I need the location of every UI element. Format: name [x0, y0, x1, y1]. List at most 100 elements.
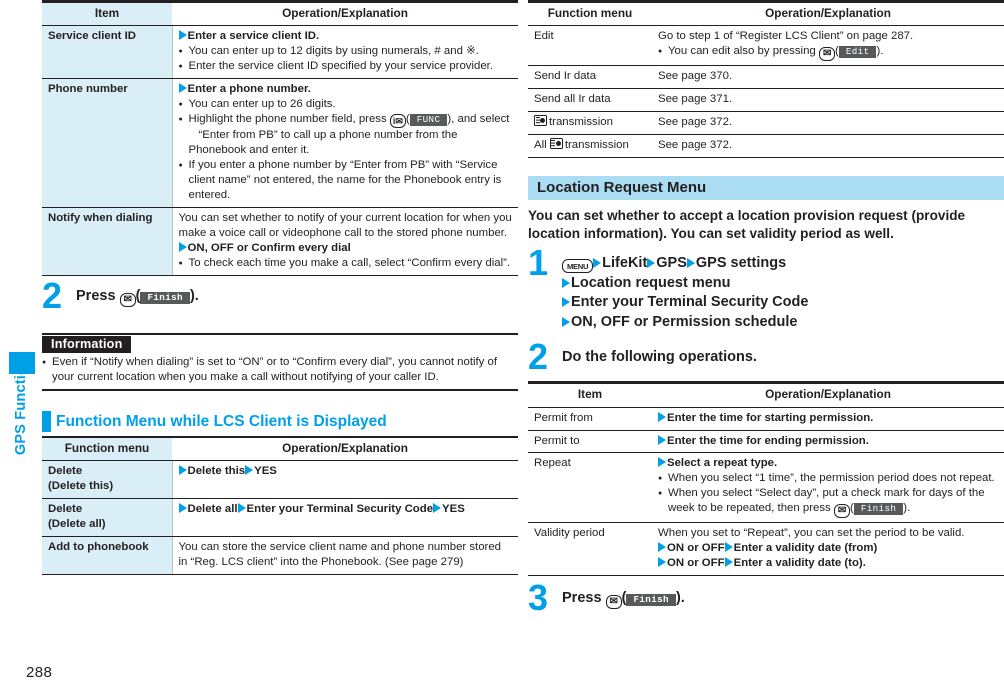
row-item-label: Repeat — [528, 452, 652, 524]
step-1: 1 MENU LifeKit GPS GPS settings Location re… — [528, 245, 1004, 332]
arrow-icon — [647, 258, 656, 269]
column-header-operation: Operation/Explanation — [172, 0, 518, 27]
row-operation-cell: Enter a service client ID. You can enter… — [172, 25, 518, 80]
bullet-item: Even if “Notify when dialing” is set to … — [42, 355, 516, 385]
row-item-label: Notify when dialing — [42, 207, 173, 276]
mail-key-icon: ✉ — [833, 504, 851, 519]
mail-key-icon: ✉ — [818, 47, 836, 62]
column-header-item: Item — [42, 0, 172, 27]
softkey-finish: Finish — [140, 291, 190, 304]
row-item-label: Send Ir data — [528, 65, 652, 90]
arrow-icon — [178, 503, 187, 514]
row-operation-cell: When you set to “Repeat”, you can set th… — [652, 522, 1004, 577]
operation-lead: Enter a phone number. — [178, 82, 513, 97]
row-description: When you set to “Repeat”, you can set th… — [658, 527, 965, 540]
table-row: Delete (Delete this) Delete this YES — [42, 460, 518, 500]
step-text: Press ✉(Finish). — [562, 590, 685, 610]
bullet-item: You can edit also by pressing ✉(Edit). — [658, 44, 998, 62]
step-number: 2 — [528, 335, 549, 377]
step-sub-line: Location request menu — [562, 274, 1004, 294]
row-item-label: Service client ID — [42, 25, 173, 80]
step-2: 2 Do the following operations. — [528, 338, 1004, 374]
softkey-finish: Finish — [626, 594, 676, 607]
row-description: Go to step 1 of “Register LCS Client” on… — [658, 30, 914, 43]
table-row: Delete (Delete all) Delete all Enter your… — [42, 498, 518, 538]
operation-sequence: Delete all Enter your Terminal Security C… — [178, 502, 513, 517]
row-operation-cell: See page 370. — [652, 65, 1004, 90]
table-row: transmission See page 372. — [528, 111, 1004, 136]
row-item-label: Edit — [528, 25, 652, 67]
operation-lead: Enter the time for starting permission. — [658, 411, 998, 426]
operation-sequence: ON or OFF Enter a validity date (to). — [658, 556, 998, 571]
table-row: Add to phonebook You can store the servi… — [42, 536, 518, 575]
softkey-edit: Edit — [838, 46, 877, 59]
arrow-icon — [562, 277, 570, 288]
left-column: Item Operation/Explanation Service clien… — [42, 0, 518, 575]
information-bottom-rule — [42, 388, 518, 391]
row-operation-cell: Select a repeat type. When you select “1… — [652, 452, 1004, 524]
arrow-icon — [178, 30, 187, 41]
table-row: Edit Go to step 1 of “Register LCS Clien… — [528, 25, 1004, 67]
step-2: 2 Press ✉(Finish). — [42, 277, 518, 313]
bullet-item: You can enter up to 12 digits by using n… — [179, 44, 513, 60]
func-key-icon: i✉ — [389, 114, 406, 129]
arrow-icon — [562, 316, 570, 327]
table-row: Send Ir data See page 370. — [528, 65, 1004, 90]
right-column: Function menu Operation/Explanation Edit… — [528, 0, 1004, 616]
table-row: Repeat Select a repeat type. When you se… — [528, 452, 1004, 524]
column-header-function-menu: Function menu — [42, 437, 172, 462]
row-item-label: All transmission — [528, 134, 652, 159]
menu-key-icon: MENU — [562, 259, 594, 274]
column-header-operation: Operation/Explanation — [652, 381, 1004, 408]
row-item-label: Phone number — [42, 78, 173, 208]
column-header-operation: Operation/Explanation — [652, 0, 1004, 27]
information-title: Information — [42, 335, 132, 353]
ic-card-icon — [534, 115, 547, 127]
arrow-icon — [562, 297, 570, 308]
row-operation-cell: Delete all Enter your Terminal Security C… — [172, 498, 518, 538]
arrow-icon — [724, 542, 733, 553]
arrow-icon — [593, 258, 602, 269]
bullet-item: Highlight the phone number field, press … — [179, 112, 513, 158]
arrow-icon — [658, 434, 666, 445]
arrow-icon — [658, 411, 666, 422]
ic-card-icon — [549, 138, 563, 150]
arrow-icon — [658, 557, 666, 568]
arrow-icon — [178, 241, 187, 252]
bullet-item: When you select “1 time”, the permission… — [658, 471, 998, 487]
arrow-icon — [658, 542, 666, 553]
step-text: MENU LifeKit GPS GPS settings Location requ… — [562, 253, 1004, 332]
arrow-icon — [237, 503, 246, 514]
step-sub-line: ON, OFF or Permission schedule — [562, 313, 1004, 333]
operation-lead: Enter the time for ending permission. — [658, 434, 998, 449]
table-header-row: Function menu Operation/Explanation — [528, 0, 1004, 27]
table-header-row: Item Operation/Explanation — [528, 381, 1004, 408]
column-header-operation: Operation/Explanation — [172, 437, 518, 462]
softkey-finish: Finish — [853, 503, 904, 516]
table-row: Notify when dialing You can set whether … — [42, 207, 518, 276]
row-item-label: Add to phonebook — [42, 536, 173, 575]
table-row: All transmission See page 372. — [528, 134, 1004, 159]
row-item-label: Delete (Delete all) — [42, 498, 173, 538]
table-row: Phone number Enter a phone number. You c… — [42, 78, 518, 208]
row-operation-cell: See page 371. — [652, 88, 1004, 113]
bullet-item: You can enter up to 26 digits. — [179, 97, 513, 113]
step-number: 1 — [528, 242, 549, 284]
row-operation-cell: Enter the time for starting permission. — [652, 407, 1004, 431]
arrow-icon — [178, 465, 187, 476]
operation-sequence: ON or OFF Enter a validity date (from) — [658, 541, 998, 556]
operation-lead: Enter a service client ID. — [178, 29, 513, 44]
row-item-line1: Delete — [48, 503, 83, 516]
table-function-menu-lcs: Function menu Operation/Explanation Dele… — [42, 437, 518, 575]
row-operation-cell: See page 372. — [652, 134, 1004, 159]
bullet-item: If you enter a phone number by “Enter fr… — [179, 158, 513, 203]
arrow-icon — [658, 457, 666, 468]
side-tab: GPS Function — [0, 0, 40, 698]
information-box: Information Even if “Notify when dialing… — [42, 332, 518, 391]
row-description: You can set whether to notify of your cu… — [178, 211, 512, 239]
information-top-rule — [42, 332, 518, 335]
row-operation-cell: Enter a phone number. You can enter up t… — [172, 78, 518, 208]
row-item-label: Validity period — [528, 522, 652, 577]
row-operation-cell: See page 372. — [652, 111, 1004, 136]
page-number: 288 — [26, 664, 53, 681]
